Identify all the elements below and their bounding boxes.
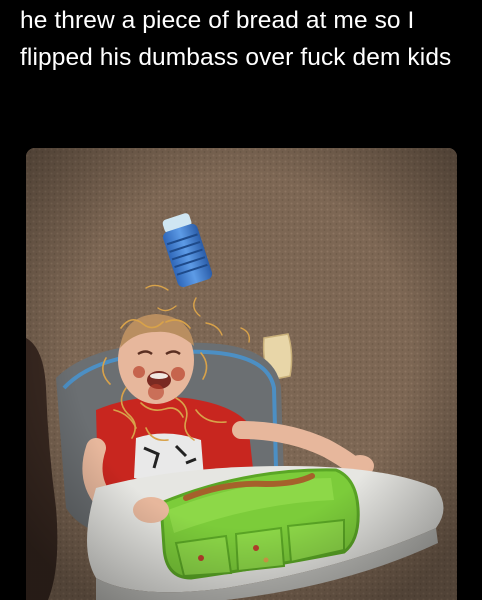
meme-post: he threw a piece of bread at me so I fli… [0,0,482,600]
photo-illustration [26,148,457,600]
meme-photo[interactable] [26,148,457,600]
caption-text: he threw a piece of bread at me so I fli… [20,7,452,71]
